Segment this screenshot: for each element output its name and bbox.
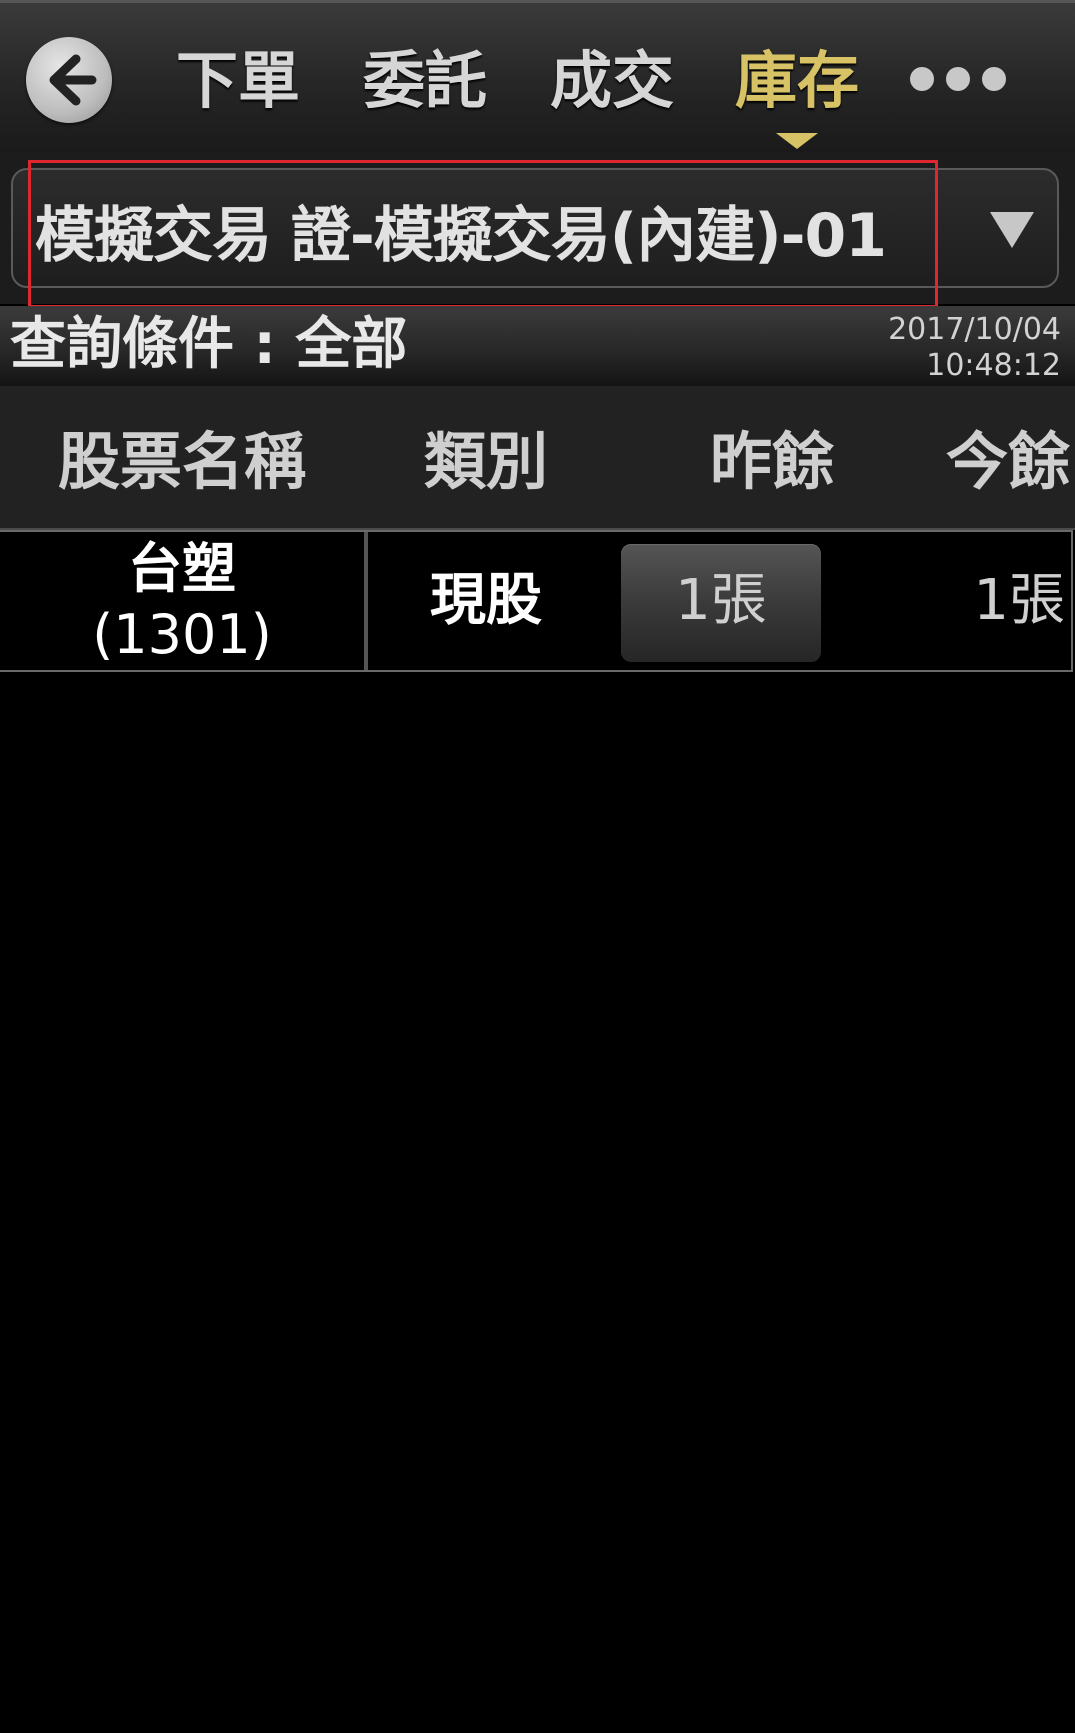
yesterday-balance-value: 1張 xyxy=(675,568,767,633)
tab-place-order[interactable]: 下單 xyxy=(176,41,300,121)
triangle-down-icon[interactable] xyxy=(990,212,1034,248)
column-header-yesterday-balance: 昨餘 xyxy=(710,425,835,498)
back-button[interactable] xyxy=(26,37,112,123)
tab-orders[interactable]: 委託 xyxy=(363,41,487,121)
table-row[interactable]: 台塑 (1301) 現股 1張 1張 xyxy=(0,530,1073,672)
query-condition-label[interactable]: 查詢條件 : 全部 xyxy=(10,310,407,380)
column-header-stock-name: 股票名稱 xyxy=(58,425,307,498)
today-balance-value: 1張 xyxy=(973,568,1065,633)
annotation-highlight-box xyxy=(28,160,938,308)
query-date: 2017/10/04 xyxy=(888,312,1061,347)
column-header-type: 類別 xyxy=(424,425,549,498)
stock-type: 現股 xyxy=(430,568,542,633)
column-header-today-balance: 今餘 xyxy=(946,425,1071,498)
query-condition-bar: 查詢條件 : 全部 2017/10/04 10:48:12 xyxy=(0,306,1075,386)
top-nav-bar: 下單 委託 成交 庫存 xyxy=(0,0,1075,152)
inventory-screen: 下單 委託 成交 庫存 模擬交易 證-模擬交易(內建)-01 查詢條件 : 全部… xyxy=(0,0,1075,1733)
more-dots-icon[interactable] xyxy=(910,67,1006,93)
tab-trades[interactable]: 成交 xyxy=(550,41,674,121)
stock-name: 台塑 xyxy=(128,537,236,600)
yesterday-balance-button[interactable]: 1張 xyxy=(621,544,821,662)
active-tab-indicator xyxy=(776,133,818,149)
stock-code: (1301) xyxy=(92,603,272,666)
query-time: 10:48:12 xyxy=(926,348,1061,383)
back-arrow-icon xyxy=(49,54,97,106)
column-divider xyxy=(364,532,368,670)
tab-inventory[interactable]: 庫存 xyxy=(735,41,859,121)
table-header: 股票名稱 類別 昨餘 今餘 xyxy=(0,386,1075,530)
